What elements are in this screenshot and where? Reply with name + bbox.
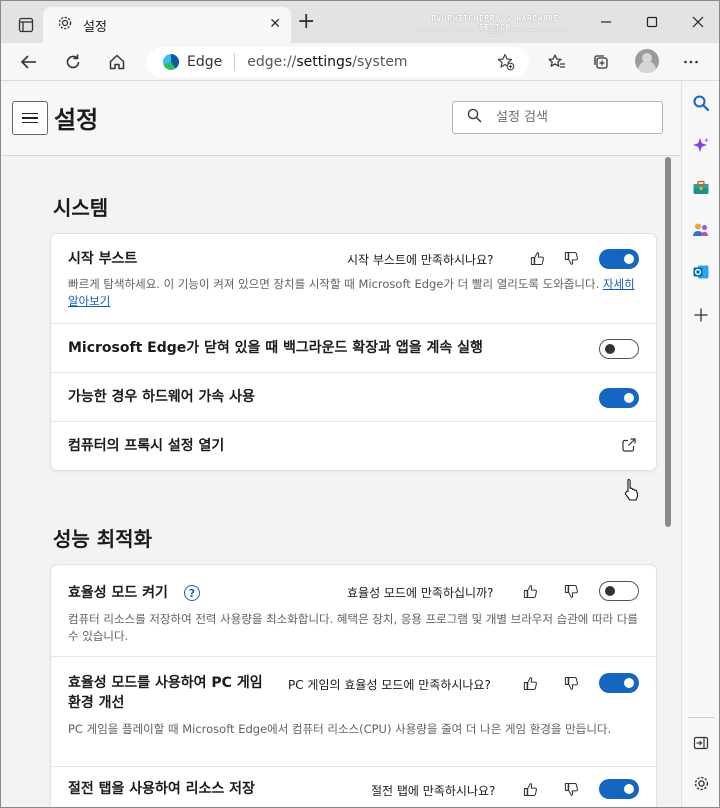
back-button[interactable] [15,48,43,76]
browser-window: 설정 ✕ + DVURWITCHERRY'S HARDWARE SECTOR A… [0,0,720,808]
thumbs-up-icon[interactable] [520,673,540,693]
sleeping-tabs-toggle[interactable] [599,779,639,799]
background-apps-toggle[interactable] [599,339,639,359]
pc-gaming-toggle[interactable] [599,673,639,693]
section-title-performance: 성능 최적화 [53,527,152,551]
pc-gaming-label: 효율성 모드를 사용하여 PC 게임 환경 개선 [68,675,263,711]
efficiency-mode-description: 컴퓨터 리소스를 저장하여 전력 사용량을 최소화합니다. 혜택은 장치, 응용… [68,612,638,643]
thumbs-up-icon[interactable] [520,779,540,799]
pc-gaming-feedback-question: PC 게임의 효율성 모드에 만족하시나요? [288,678,491,692]
startup-boost-description: 빠르게 탐색하세요. 이 기능이 켜져 있으면 장치를 시작할 때 Micros… [68,277,635,308]
sidebar-divider [688,717,714,718]
search-icon [467,108,482,127]
setting-row-pc-gaming: 효율성 모드를 사용하여 PC 게임 환경 개선 PC 게임의 효율성 모드에 … [51,657,656,767]
settings-menu-button[interactable] [12,101,48,135]
sleeping-tabs-label: 절전 탭을 사용하여 리소스 저장 [68,781,255,797]
hand-cursor-icon [623,478,641,502]
sidebar-tools-icon[interactable] [687,174,715,202]
thumbs-up-icon[interactable] [520,581,540,601]
thumbs-down-icon[interactable] [561,673,581,693]
startup-boost-feedback-question: 시작 부스트에 만족하시나요? [347,253,494,267]
external-link-icon[interactable] [621,437,639,455]
section-title-system: 시스템 [53,196,109,220]
hardware-acceleration-label: 가능한 경우 하드웨어 가속 사용 [68,389,255,405]
maximize-button[interactable] [637,9,667,35]
setting-row-background-apps: Microsoft Edge가 닫혀 있을 때 백그라운드 확장과 앱을 계속 … [51,324,656,373]
sidebar-outlook-icon[interactable] [687,258,715,286]
url-text: edge://settings/system [247,54,408,70]
address-separator [234,53,236,71]
sidebar-discover-icon[interactable] [687,132,715,160]
startup-boost-toggle[interactable] [599,249,639,269]
setting-row-proxy[interactable]: 컴퓨터의 프록시 설정 열기 [51,422,656,470]
efficiency-mode-toggle[interactable] [599,581,639,601]
minimize-button[interactable] [591,9,621,35]
sidebar-search-icon[interactable] [687,89,715,117]
sidebar-settings-icon[interactable] [687,769,715,797]
help-icon[interactable]: ? [184,585,200,601]
profile-avatar[interactable] [635,49,659,73]
sidebar-hide-icon[interactable] [687,729,715,757]
background-apps-label: Microsoft Edge가 닫혀 있을 때 백그라운드 확장과 앱을 계속 … [68,340,483,356]
thumbs-up-icon[interactable] [527,248,547,268]
efficiency-mode-label: 효율성 모드 켜기 [68,585,168,601]
system-card: 시작 부스트 시작 부스트에 만족하시나요? 빠르게 탐색하세요. 이 기능이 … [51,234,656,470]
scrollbar-thumb[interactable] [665,157,671,527]
home-button[interactable] [103,48,131,76]
pc-gaming-description: PC 게임을 플레이할 때 Microsoft Edge에서 컴퓨터 리소스(C… [68,722,612,736]
tab-actions-icon[interactable] [12,11,40,39]
settings-header: 설정 [1,82,680,156]
sidebar-games-icon[interactable] [687,216,715,244]
search-input[interactable] [496,110,636,125]
more-options-icon[interactable] [677,48,705,76]
site-label: Edge [187,54,223,70]
tab-title: 설정 [83,19,107,35]
add-favorite-icon[interactable] [497,53,515,75]
tab-settings[interactable]: 설정 ✕ [43,7,291,43]
settings-search[interactable] [452,101,663,134]
close-window-button[interactable] [683,9,713,35]
edge-sidebar [681,81,719,807]
proxy-label: 컴퓨터의 프록시 설정 열기 [68,438,225,454]
address-bar[interactable]: Edge edge://settings/system [147,47,529,77]
close-tab-icon[interactable]: ✕ [269,16,281,32]
watermark-subtitle: ALL COPYRIGHT © 2010 DVURWITCHERRY'S HAR… [417,27,573,37]
startup-boost-label: 시작 부스트 [68,251,138,267]
efficiency-mode-feedback-question: 효율성 모드에 만족하십니까? [347,586,494,600]
refresh-button[interactable] [59,48,87,76]
sleeping-tabs-feedback-question: 절전 탭에 만족하시나요? [371,784,496,798]
settings-page: 설정 시스템 시작 부스트 시작 부스트에 만족하시나요? [1,82,680,807]
thumbs-down-icon[interactable] [561,248,581,268]
edge-logo-icon [163,54,179,70]
thumbs-down-icon[interactable] [561,779,581,799]
thumbs-down-icon[interactable] [561,581,581,601]
sidebar-add-icon[interactable] [687,301,715,329]
collections-icon[interactable] [587,48,615,76]
setting-row-startup-boost: 시작 부스트 시작 부스트에 만족하시나요? 빠르게 탐색하세요. 이 기능이 … [51,234,656,324]
new-tab-button[interactable]: + [297,11,315,33]
page-title: 설정 [54,106,99,134]
setting-row-sleeping-tabs: 절전 탭을 사용하여 리소스 저장 절전 탭에 만족하시나요? [51,767,656,807]
setting-row-hardware-acceleration: 가능한 경우 하드웨어 가속 사용 [51,373,656,422]
favorites-icon[interactable] [543,48,571,76]
setting-row-efficiency-mode: 효율성 모드 켜기 ? 효율성 모드에 만족하십니까? 컴퓨터 리소스를 저장하… [51,565,656,657]
hardware-acceleration-toggle[interactable] [599,388,639,408]
title-bar: 설정 ✕ + DVURWITCHERRY'S HARDWARE SECTOR A… [1,1,719,43]
address-toolbar: Edge edge://settings/system [1,43,719,81]
gear-icon [57,15,73,35]
performance-card: 효율성 모드 켜기 ? 효율성 모드에 만족하십니까? 컴퓨터 리소스를 저장하… [51,565,656,807]
